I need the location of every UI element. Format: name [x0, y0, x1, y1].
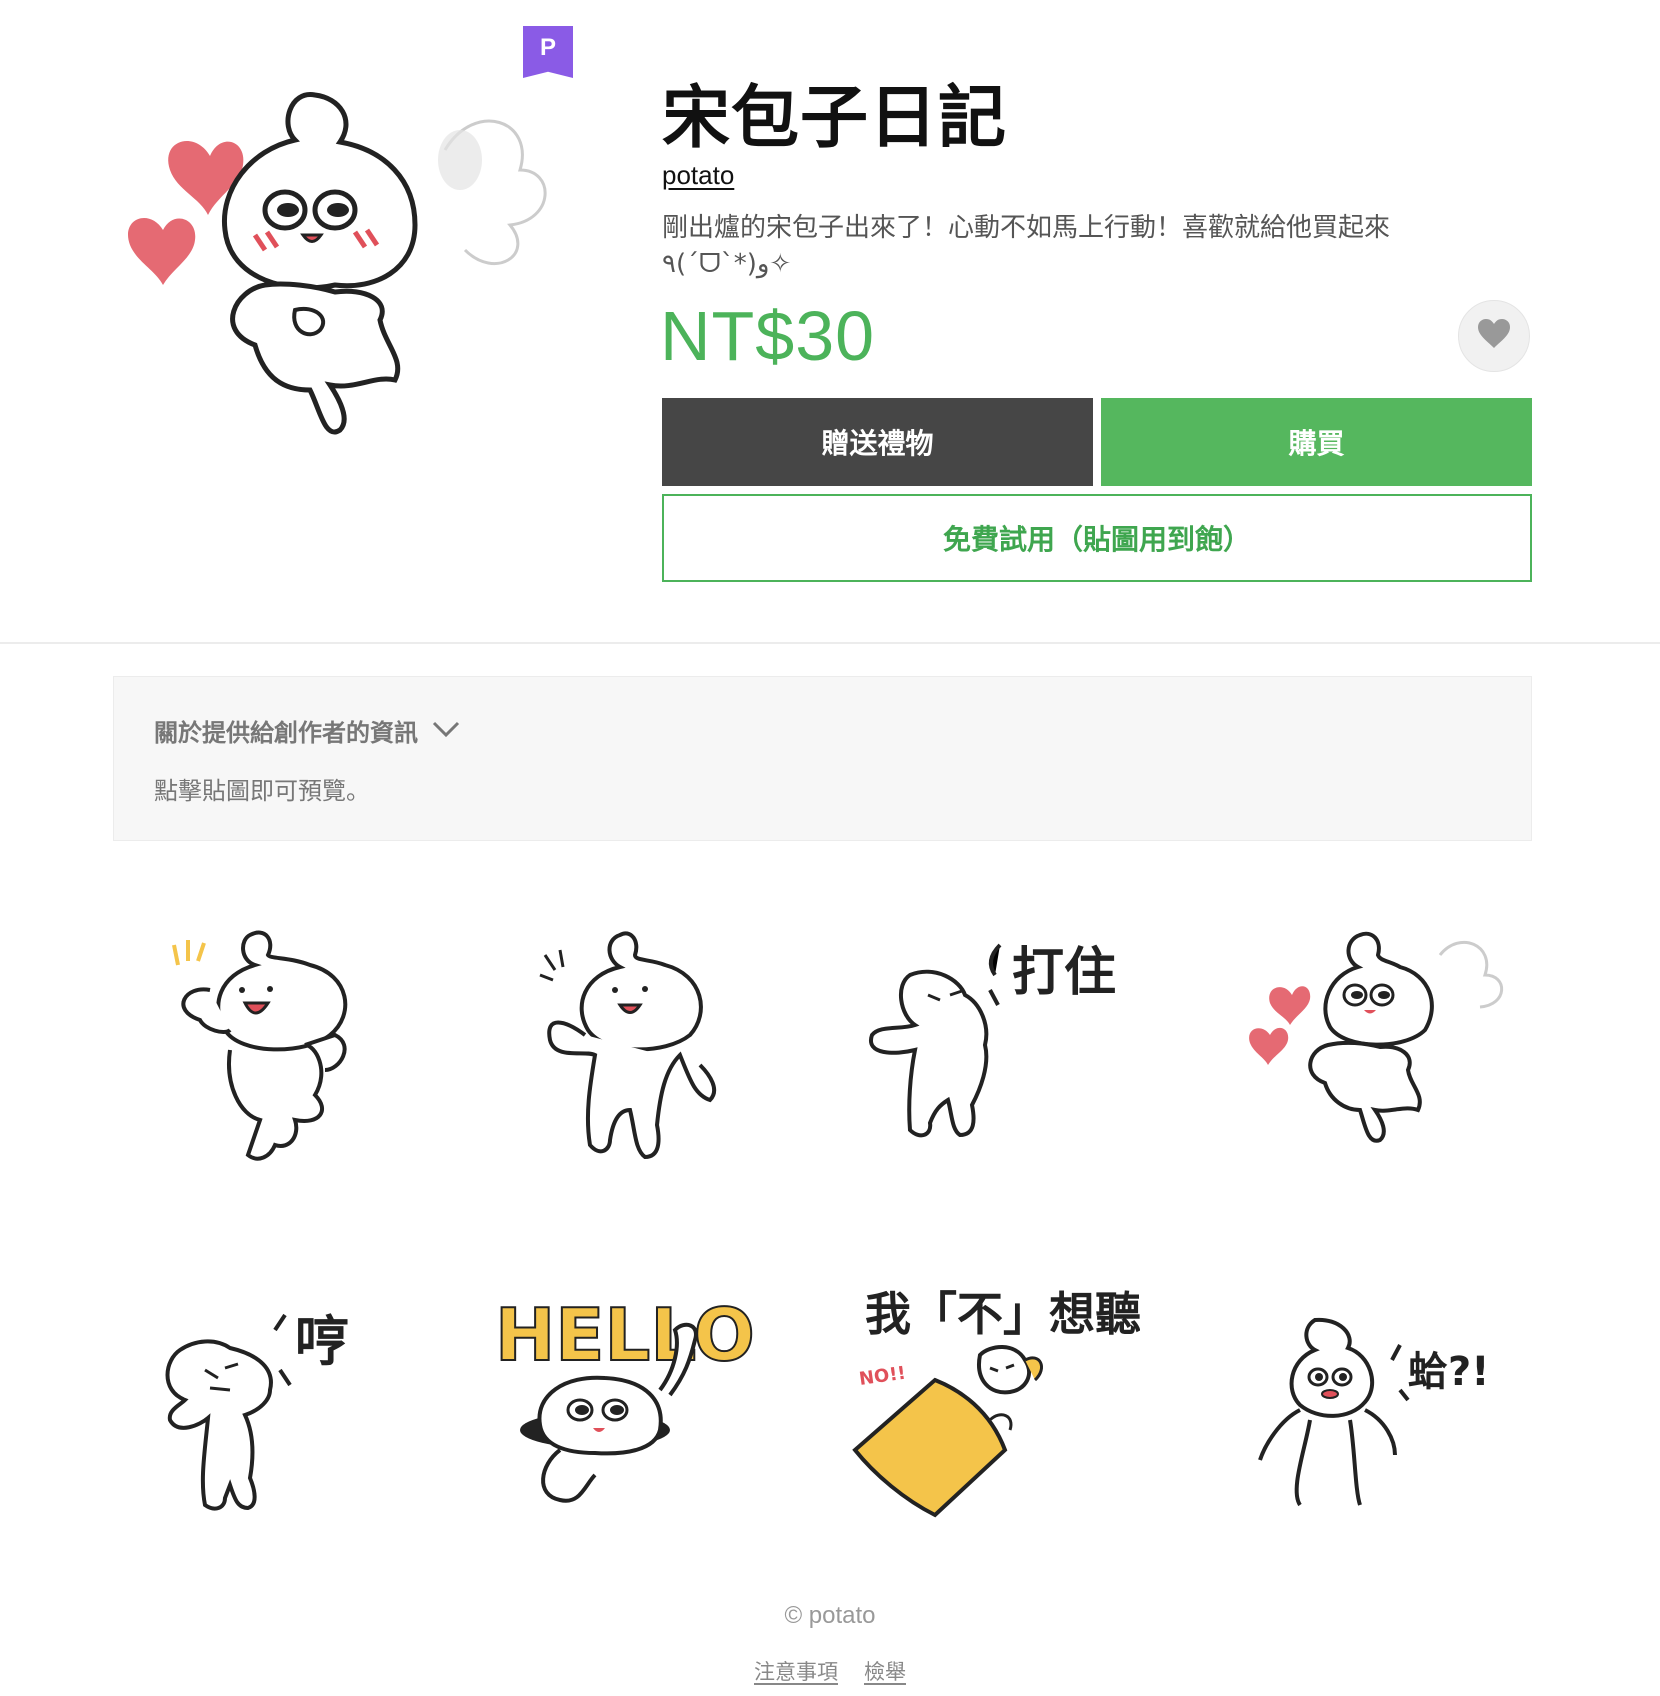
sticker-text: HELLO: [495, 1293, 755, 1377]
sticker-item[interactable]: [485, 895, 785, 1185]
preview-hint: 點擊貼圖即可預覽。: [154, 777, 370, 805]
page-title: 宋包子日記: [662, 79, 1008, 158]
heart-icon: [1476, 318, 1512, 354]
free-trial-button[interactable]: 免費試用（貼圖用到飽）: [662, 494, 1532, 582]
sticker-item[interactable]: 蛤?!: [1230, 1250, 1530, 1540]
creator-info-toggle[interactable]: 關於提供給創作者的資訊: [154, 713, 460, 748]
footer-link-report[interactable]: 檢舉: [864, 1656, 906, 1686]
creator-info-label: 關於提供給創作者的資訊: [154, 719, 418, 747]
sticker-item[interactable]: HELLO: [485, 1250, 785, 1540]
footer-link-notice[interactable]: 注意事項: [754, 1656, 838, 1686]
sticker-item[interactable]: 打住: [840, 895, 1140, 1185]
sticker-text: 哼: [295, 1310, 349, 1373]
author-link[interactable]: potato: [662, 160, 734, 191]
sticker-item[interactable]: [1230, 895, 1530, 1185]
buy-button[interactable]: 購買: [1101, 398, 1532, 486]
favorite-button[interactable]: [1458, 300, 1530, 372]
creator-info-panel: 關於提供給創作者的資訊 點擊貼圖即可預覽。: [113, 676, 1532, 841]
premium-badge: P: [523, 26, 573, 78]
section-divider: [0, 642, 1660, 644]
product-description: 剛出爐的宋包子出來了！心動不如馬上行動！喜歡就給他買起來٩(ˊᗜˋ*)و✧: [662, 213, 1391, 279]
copyright-text: © potato: [784, 1602, 876, 1629]
gift-button[interactable]: 贈送禮物: [662, 398, 1093, 486]
price-label: NT$30: [660, 297, 876, 375]
sticker-text: 我「不」想聽: [865, 1287, 1140, 1341]
sticker-item[interactable]: [130, 895, 430, 1185]
sticker-text-small: NO!!: [858, 1363, 907, 1390]
sticker-text: 打住: [1012, 943, 1116, 1003]
main-sticker-image: [115, 60, 585, 460]
chevron-down-icon: [432, 720, 460, 742]
footer-links: 注意事項 檢舉: [0, 1656, 1660, 1686]
sticker-text: 蛤?!: [1408, 1349, 1489, 1395]
sticker-item[interactable]: 我「不」想聽 NO!!: [840, 1250, 1141, 1540]
sticker-item[interactable]: 哼: [130, 1250, 430, 1540]
